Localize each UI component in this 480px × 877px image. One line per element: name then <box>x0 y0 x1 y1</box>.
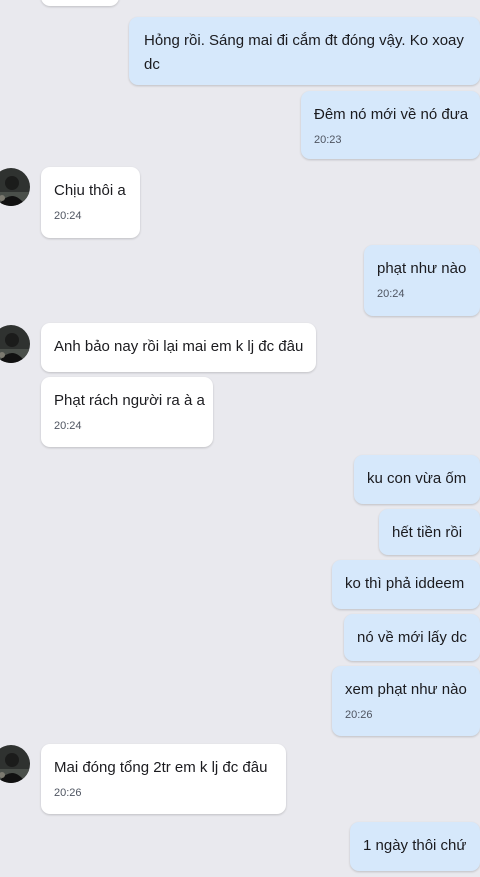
message-bubble-outgoing[interactable]: xem phạt như nào 20:26 <box>332 666 480 736</box>
message-text: ku con vừa ốm <box>367 470 467 487</box>
contact-avatar[interactable] <box>0 325 30 363</box>
message-text: Anh bảo nay rồi lại mai em k lj đc đâu <box>54 338 304 355</box>
avatar-photo-icon <box>0 168 30 206</box>
message-bubble-incoming[interactable]: Chịu thôi a 20:24 <box>41 167 140 238</box>
message-bubble-outgoing[interactable]: 1 ngày thôi chứ <box>350 822 480 871</box>
message-timestamp: 20:24 <box>377 288 405 300</box>
message-bubble-outgoing[interactable]: ko thì phả iddeem <box>332 560 480 609</box>
message-bubble-outgoing[interactable]: Đêm nó mới về nó đưa 20:23 <box>301 91 480 159</box>
chat-thread[interactable]: Hỏng rồi. Sáng mai đi cắm đt đóng vậy. K… <box>0 0 480 877</box>
avatar-photo-icon <box>0 745 30 783</box>
message-text: nó về mới lấy dc <box>357 629 467 646</box>
message-text: Hỏng rồi. Sáng mai đi cắm đt đóng vậy. K… <box>144 32 464 73</box>
message-text: Chịu thôi a <box>54 182 126 199</box>
message-bubble-incoming[interactable] <box>41 0 119 6</box>
avatar-photo-icon <box>0 325 30 363</box>
message-text: ko thì phả iddeem <box>345 575 465 592</box>
message-text: Mai đóng tổng 2tr em k lj đc đâu <box>54 759 268 776</box>
message-bubble-outgoing[interactable]: phạt như nào 20:24 <box>364 245 480 316</box>
contact-avatar[interactable] <box>0 745 30 783</box>
message-text: phạt như nào <box>377 260 467 277</box>
message-timestamp: 20:23 <box>314 134 342 146</box>
message-bubble-outgoing[interactable]: nó về mới lấy dc <box>344 614 480 661</box>
message-bubble-outgoing[interactable]: hết tiền rồi <box>379 509 480 555</box>
message-bubble-incoming[interactable]: Anh bảo nay rồi lại mai em k lj đc đâu <box>41 323 316 372</box>
message-text: hết tiền rồi <box>392 524 463 541</box>
message-timestamp: 20:26 <box>54 787 82 799</box>
message-text: xem phạt như nào <box>345 681 467 698</box>
message-text: Đêm nó mới về nó đưa <box>314 106 469 123</box>
message-bubble-incoming[interactable]: Mai đóng tổng 2tr em k lj đc đâu 20:26 <box>41 744 286 814</box>
message-text: Phạt rách người ra à a <box>54 392 205 409</box>
message-timestamp: 20:24 <box>54 210 82 222</box>
message-timestamp: 20:26 <box>345 709 373 721</box>
message-bubble-incoming[interactable]: Phạt rách người ra à a 20:24 <box>41 377 213 447</box>
message-timestamp: 20:24 <box>54 420 82 432</box>
message-text: 1 ngày thôi chứ <box>363 837 467 854</box>
message-bubble-outgoing[interactable]: Hỏng rồi. Sáng mai đi cắm đt đóng vậy. K… <box>129 17 480 85</box>
message-bubble-outgoing[interactable]: ku con vừa ốm <box>354 455 480 504</box>
contact-avatar[interactable] <box>0 168 30 206</box>
